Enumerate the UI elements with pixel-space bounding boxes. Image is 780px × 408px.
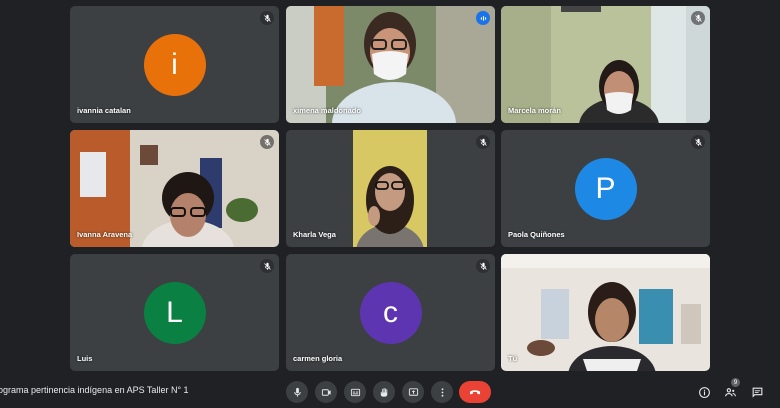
avatar-initial: P (595, 171, 616, 205)
people-icon (724, 387, 736, 396)
camera-icon (321, 388, 331, 396)
mic-off-icon (476, 259, 490, 273)
mic-off-icon (476, 135, 490, 149)
hang-up-icon (469, 390, 481, 395)
avatar: P (574, 157, 637, 220)
participant-name: Tú (508, 354, 518, 363)
participant-tile[interactable]: Kharla Vega (286, 130, 495, 247)
captions-icon (350, 388, 360, 396)
more-options-button[interactable] (431, 381, 453, 403)
avatar-initial: i (171, 47, 178, 81)
present-icon (408, 387, 418, 396)
participant-name: carmen gloria (293, 354, 343, 363)
chat-button[interactable] (748, 383, 766, 401)
participant-count-badge: 9 (731, 378, 740, 387)
avatar-initial: L (166, 295, 183, 329)
captions-button[interactable] (344, 381, 366, 403)
chat-icon (752, 387, 762, 398)
camera-button[interactable] (315, 381, 337, 403)
participant-tile-self[interactable]: Tú (501, 254, 710, 371)
participant-tile[interactable]: Ivanna Aravena (70, 130, 279, 247)
mic-off-icon (260, 11, 274, 25)
participant-tile[interactable]: c carmen gloria (286, 254, 495, 371)
participant-tile[interactable]: i ivannia catalan (70, 6, 279, 123)
people-button[interactable]: 9 (721, 378, 740, 401)
mic-button[interactable] (286, 381, 308, 403)
participant-name: ivannia catalan (77, 106, 131, 115)
mic-off-icon (260, 135, 274, 149)
participant-name: Kharla Vega (293, 230, 336, 239)
speaking-indicator-icon (476, 11, 490, 25)
participant-name: ximena maldonado (293, 106, 361, 115)
participant-video (501, 254, 710, 371)
participant-tile[interactable]: P Paola Quiñones (501, 130, 710, 247)
participant-name: Marcela morán (508, 106, 561, 115)
raise-hand-icon (380, 387, 387, 397)
participant-name: Luis (77, 354, 93, 363)
mic-off-icon (691, 135, 705, 149)
participant-name: Ivanna Aravena (77, 230, 133, 239)
participant-tile[interactable]: ximena maldonado (286, 6, 495, 123)
avatar: i (143, 33, 206, 96)
mic-off-icon (691, 11, 705, 25)
bottom-toolbar: rograma pertinencia indígena en APS Tall… (0, 376, 780, 408)
avatar-initial: c (383, 295, 398, 329)
more-icon (441, 387, 443, 397)
participant-name: Paola Quiñones (508, 230, 565, 239)
participant-grid: i ivannia catalan ximena maldonado Marce… (0, 0, 780, 376)
avatar: c (359, 281, 422, 344)
meeting-details-button[interactable] (695, 383, 713, 401)
meeting-title: rograma pertinencia indígena en APS Tall… (0, 385, 189, 395)
mic-icon (293, 387, 301, 397)
present-button[interactable] (402, 381, 424, 403)
raise-hand-button[interactable] (373, 381, 395, 403)
participant-tile[interactable]: L Luis (70, 254, 279, 371)
leave-call-button[interactable] (459, 381, 491, 403)
avatar: L (143, 281, 206, 344)
info-icon (698, 386, 710, 398)
mic-off-icon (260, 259, 274, 273)
participant-tile[interactable]: Marcela morán (501, 6, 710, 123)
